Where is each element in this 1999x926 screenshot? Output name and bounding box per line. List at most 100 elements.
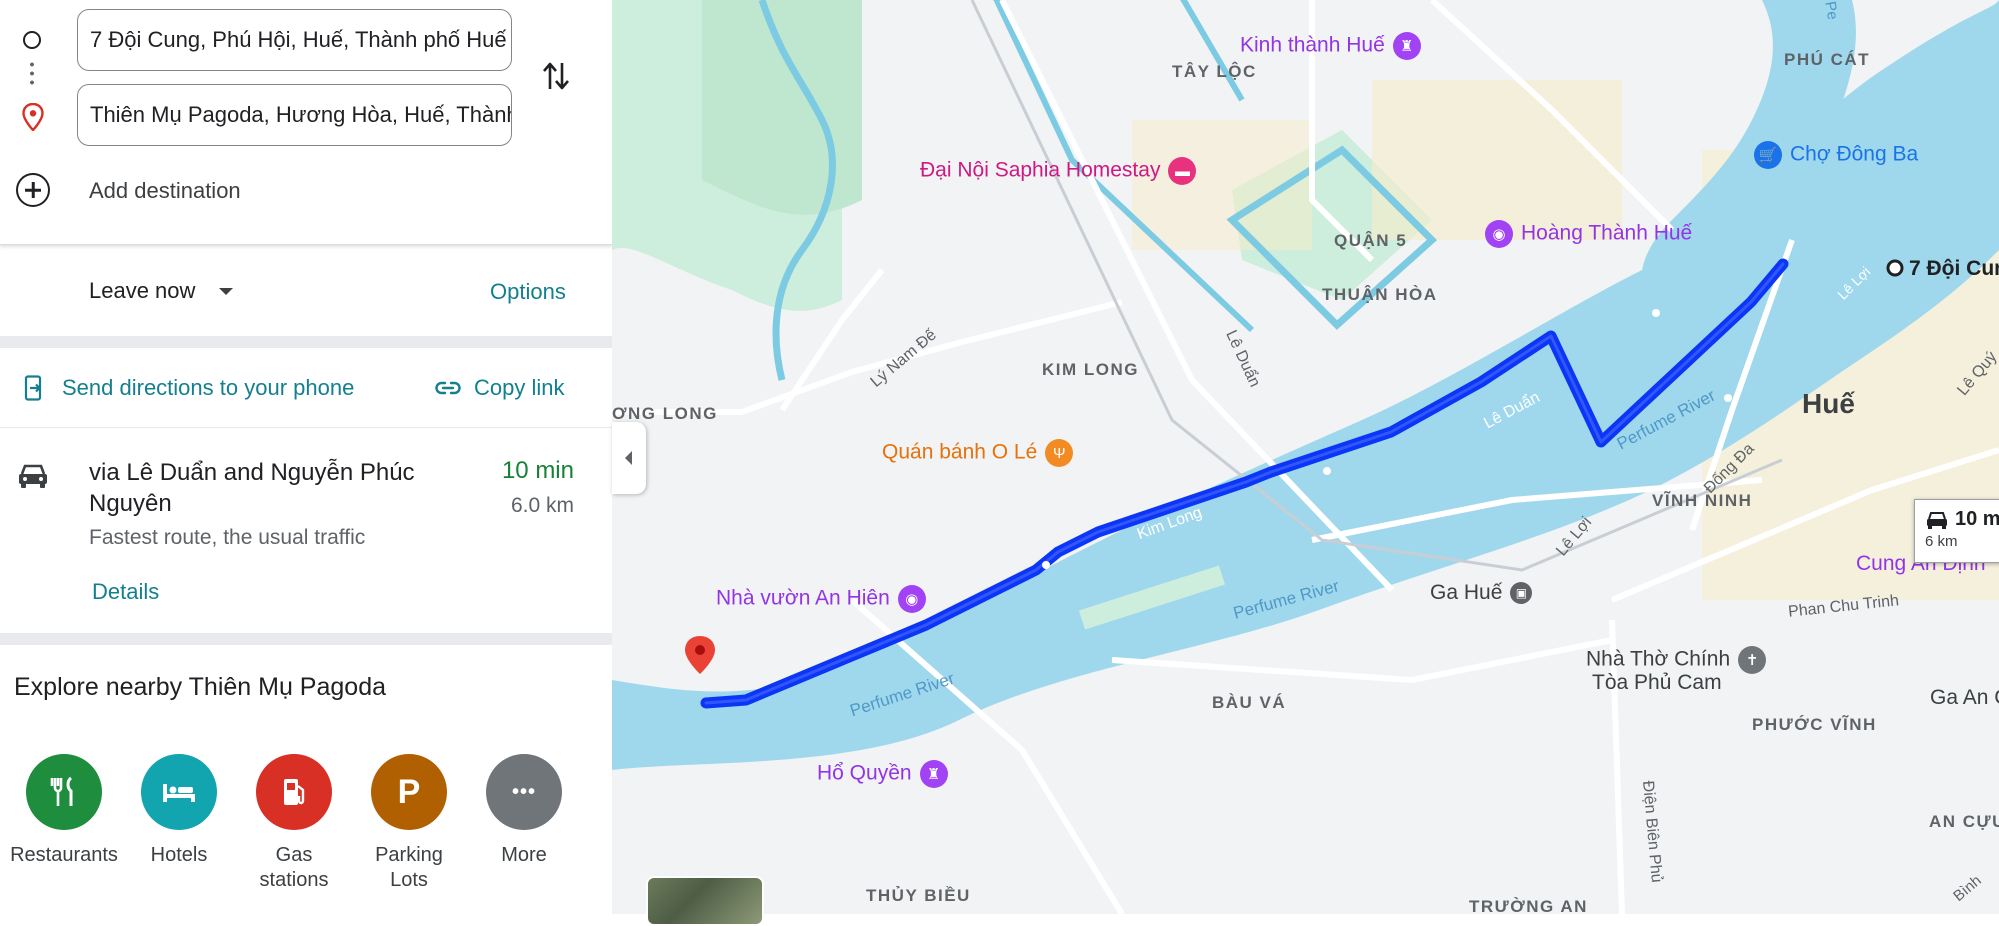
route-node — [1042, 561, 1050, 569]
send-to-phone-icon[interactable] — [24, 375, 44, 401]
category-parking-button[interactable]: P Parking Lots — [354, 754, 464, 893]
shopping-cart-icon: 🛒 — [1754, 141, 1782, 169]
poi-label: Hoàng Thành Huế — [1521, 221, 1693, 245]
category-restaurants-button[interactable]: Restaurants — [9, 754, 119, 868]
add-destination-button[interactable]: Add destination — [89, 178, 241, 204]
poi-ga-an[interactable]: Ga An C — [1930, 686, 1999, 710]
poi-label: Ga An C — [1930, 686, 1999, 709]
swap-route-button[interactable] — [538, 56, 574, 96]
river-label: Pe — [1821, 0, 1842, 22]
route-description: Fastest route, the usual traffic — [89, 526, 366, 549]
category-label: Gas stations — [259, 844, 329, 891]
train-icon: ▣ — [1510, 582, 1533, 605]
section-divider — [0, 633, 612, 645]
landmark-icon: ♜ — [919, 760, 948, 788]
poi-label: Hổ Quyền — [817, 761, 912, 785]
poi-label: Nhà vườn An Hiên — [716, 586, 890, 610]
destination-pin-dot — [695, 645, 705, 655]
map-canvas[interactable]: TÂY LỘC PHÚ CÁT QUẬN 5 THUẬN HÒA KIM LON… — [612, 0, 1999, 914]
route-inputs: 7 Đội Cung, Phú Hội, Huế, Thành phố Huế … — [0, 0, 612, 245]
section-divider — [0, 336, 612, 348]
origin-circle-icon — [23, 31, 41, 49]
bed-icon — [141, 754, 217, 830]
leave-now-label: Leave now — [89, 278, 196, 303]
district-label: THỦY BIỀU — [866, 886, 971, 905]
destination-pin-icon — [22, 103, 44, 131]
city-label: Huế — [1802, 388, 1855, 419]
options-button[interactable]: Options — [490, 279, 566, 305]
copy-link-button[interactable]: Copy link — [474, 375, 564, 401]
poi-label: Quán bánh O Lé — [882, 440, 1038, 464]
poi-label: Kinh thành Huế — [1240, 33, 1385, 57]
send-directions-link[interactable]: Send directions to your phone — [62, 375, 354, 401]
fork-knife-icon: Ψ — [1045, 439, 1074, 467]
fork-knife-icon — [26, 754, 102, 830]
gas-pump-icon — [256, 754, 332, 830]
poi-label: Tòa Phủ Cam — [1592, 671, 1722, 694]
leave-now-dropdown[interactable]: Leave now — [89, 278, 234, 304]
link-icon[interactable] — [435, 378, 461, 398]
category-hotels-button[interactable]: Hotels — [124, 754, 234, 868]
poi-label: Ga Huế — [1430, 581, 1503, 604]
district-label: AN CỰU — [1929, 812, 1999, 831]
add-circle-icon[interactable] — [16, 173, 50, 207]
route-distance: 6.0 km — [510, 494, 574, 517]
park-area — [702, 0, 862, 215]
origin-input[interactable]: 7 Đội Cung, Phú Hội, Huế, Thành phố Huế — [77, 9, 512, 71]
district-label: VĨNH NINH — [1652, 491, 1753, 510]
route-node — [1323, 467, 1331, 475]
poi-ga-hue[interactable]: Ga Huế ▣ — [1430, 581, 1533, 605]
poi-nha-vuon[interactable]: Nhà vườn An Hiên ◉ — [716, 585, 926, 613]
collapse-panel-button[interactable] — [612, 422, 646, 494]
district-label: BÀU VÁ — [1212, 693, 1287, 712]
car-icon — [19, 464, 47, 488]
poi-kinh-thanh[interactable]: Kinh thành Huế ♜ — [1240, 32, 1421, 60]
parking-icon: P — [371, 754, 447, 830]
explore-nearby-title: Explore nearby Thiên Mụ Pagoda — [14, 673, 386, 701]
destination-input[interactable]: Thiên Mụ Pagoda, Hương Hòa, Huế, Thành p… — [77, 84, 512, 146]
vertical-dots-icon — [30, 60, 34, 88]
church-icon: ✝ — [1738, 646, 1767, 674]
poi-label: Nhà Thờ Chính — [1586, 647, 1731, 671]
camera-icon: ◉ — [1485, 220, 1513, 248]
poi-label: Chợ Đông Ba — [1790, 142, 1919, 166]
origin-label[interactable]: 7 Đội Cun — [1909, 257, 1999, 281]
more-dots-icon: ••• — [486, 754, 562, 830]
category-label: Hotels — [150, 844, 208, 866]
category-label: Parking Lots — [375, 844, 443, 891]
poi-cho-dong-ba[interactable]: 🛒 Chợ Đông Ba — [1754, 141, 1918, 169]
poi-nha-tho[interactable]: Nhà Thờ Chính ✝ — [1586, 646, 1767, 674]
route-duration: 10 min — [501, 457, 574, 484]
category-label: Restaurants — [10, 844, 118, 866]
poi-ho-quyen[interactable]: Hổ Quyền ♜ — [817, 760, 948, 788]
poi-label: 7 Đội Cun — [1909, 257, 1999, 280]
district-label: QUẬN 5 — [1334, 231, 1408, 250]
callout-time-label: 10 min — [1955, 508, 1999, 530]
route-details-button[interactable]: Details — [92, 579, 159, 605]
poi-toa-phu-cam[interactable]: Tòa Phủ Cam — [1592, 671, 1722, 695]
category-label: More — [501, 844, 547, 866]
poi-homestay[interactable]: Đại Nội Saphia Homestay ▬ — [920, 157, 1197, 185]
route-summary-title[interactable]: via Lê Duẩn and Nguyễn Phúc Nguyên — [89, 457, 469, 519]
district-label: KIM LONG — [1042, 360, 1139, 379]
district-label: TÂY LỘC — [1172, 62, 1257, 81]
poi-label: Đại Nội Saphia Homestay — [920, 158, 1161, 182]
category-gas-stations-button[interactable]: Gas stations — [239, 754, 349, 893]
poi-hoang-thanh[interactable]: ◉ Hoàng Thành Huế — [1485, 220, 1692, 248]
swap-arrows-icon — [543, 62, 569, 90]
caret-down-icon — [219, 287, 234, 295]
poi-quan-banh[interactable]: Quán bánh O Lé Ψ — [882, 439, 1074, 467]
category-more-button[interactable]: ••• More — [469, 754, 579, 868]
landmark-icon: ♜ — [1392, 32, 1421, 60]
district-label: TRƯỜNG AN — [1469, 897, 1588, 914]
district-label: PHÚ CÁT — [1784, 50, 1871, 69]
camera-icon: ◉ — [897, 585, 926, 613]
district-label: THUẬN HÒA — [1322, 285, 1438, 304]
origin-marker — [1886, 259, 1904, 277]
satellite-layer-thumbnail[interactable] — [646, 876, 764, 926]
route-node — [1652, 309, 1660, 317]
car-icon — [1927, 511, 1947, 529]
callout-time: 10 min — [1925, 508, 1999, 531]
district-label: ƠNG LONG — [612, 404, 718, 423]
route-callout[interactable]: 10 min 6 km — [1914, 499, 1999, 563]
